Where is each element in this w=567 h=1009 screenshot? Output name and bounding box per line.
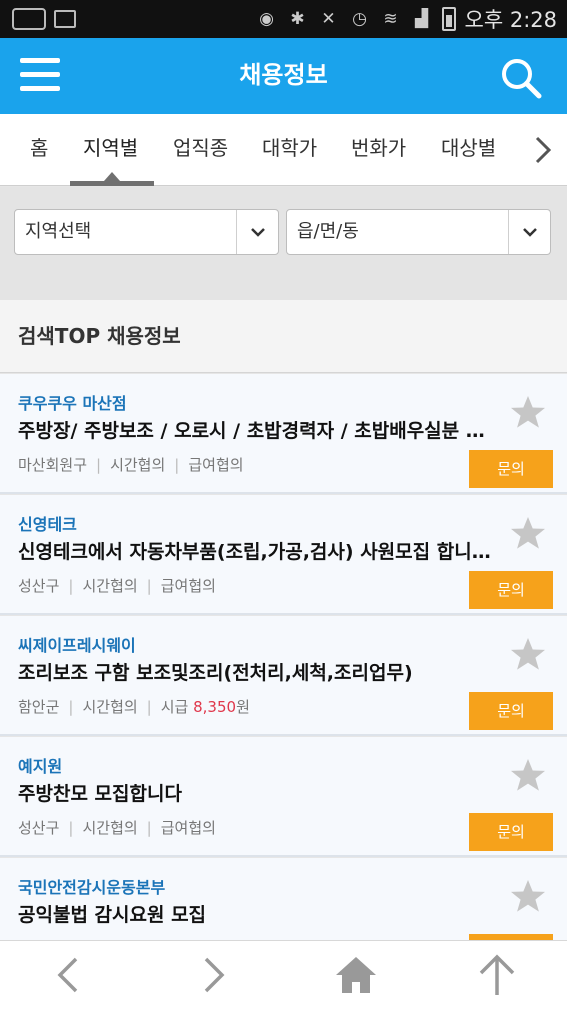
favorite-star-icon[interactable] <box>510 636 546 672</box>
job-title[interactable]: 조리보조 구함 보조및조리(전처리,세척,조리업무) <box>18 658 503 685</box>
tab-downtown[interactable]: 번화가 <box>351 114 406 186</box>
tab-target[interactable]: 대상별 <box>441 114 496 186</box>
inquiry-button[interactable]: 문의 <box>469 692 553 730</box>
favorite-star-icon[interactable] <box>510 394 546 430</box>
image-icon <box>54 10 76 28</box>
forward-arrow-icon[interactable] <box>190 953 234 997</box>
job-title[interactable]: 주방찬모 모집합니다 <box>18 779 503 806</box>
chevron-down-icon <box>508 210 550 254</box>
section-title: 검색TOP 채용정보 <box>18 324 181 348</box>
district-select-value: 읍/면/동 <box>297 221 359 242</box>
chevron-down-icon <box>236 210 278 254</box>
job-company: 예지원 <box>18 757 63 776</box>
favorite-star-icon[interactable] <box>510 515 546 551</box>
inquiry-button[interactable]: 문의 <box>469 813 553 851</box>
mute-icon: ✕ <box>321 9 336 29</box>
tab-industry[interactable]: 업직종 <box>173 114 228 186</box>
battery-icon <box>441 7 456 31</box>
app-screen: ◉ ✱ ✕ ◷ ≋ ▟ 오후 2:28 채용정보 홈 지역별 업직종 대학가 번… <box>0 0 567 1009</box>
region-select-value: 지역선택 <box>25 221 92 242</box>
inquiry-button[interactable]: 문의 <box>469 571 553 609</box>
filter-area: 지역선택 읍/면/동 <box>0 187 567 300</box>
job-hours: 시간협의 <box>82 819 138 837</box>
status-bar: ◉ ✱ ✕ ◷ ≋ ▟ 오후 2:28 <box>0 0 567 38</box>
alarm-icon: ◷ <box>352 9 367 29</box>
tab-campus[interactable]: 대학가 <box>262 114 317 186</box>
job-location: 성산구 <box>18 577 60 595</box>
job-list-item[interactable]: 쿠우쿠우 마산점 주방장/ 주방보조 / 오로시 / 초밥경력자 / 초밥배우실… <box>0 374 567 494</box>
job-wage-unit: 원 <box>236 698 250 716</box>
chevron-right-icon[interactable] <box>527 133 557 167</box>
job-location: 마산회원구 <box>18 456 88 474</box>
favorite-star-icon[interactable] <box>510 757 546 793</box>
job-meta: 성산구 | 시간협의 | 급여협의 <box>18 819 216 837</box>
job-company: 씨제이프레시웨이 <box>18 636 136 655</box>
home-icon[interactable] <box>334 953 378 997</box>
job-meta: 성산구 | 시간협의 | 급여협의 <box>18 577 216 595</box>
job-list-item[interactable]: 신영테크 신영테크에서 자동차부품(조립,가공,검사) 사원모집 합니… 성산구… <box>0 495 567 615</box>
active-tab-indicator-caret <box>104 172 120 181</box>
bluetooth-icon: ✱ <box>290 9 305 29</box>
job-list-item[interactable]: 예지원 주방찬모 모집합니다 성산구 | 시간협의 | 급여협의 문의 <box>0 737 567 857</box>
job-hours: 시간협의 <box>110 456 166 474</box>
job-title[interactable]: 주방장/ 주방보조 / 오로시 / 초밥경력자 / 초밥배우실분 … <box>18 416 503 443</box>
job-meta: 마산회원구 | 시간협의 | 급여협의 <box>18 456 244 474</box>
wifi-icon: ≋ <box>383 9 398 29</box>
region-select[interactable]: 지역선택 <box>14 209 279 255</box>
job-pay: 급여협의 <box>160 577 216 595</box>
tab-home[interactable]: 홈 <box>30 114 48 186</box>
job-location: 성산구 <box>18 819 60 837</box>
page-title: 채용정보 <box>239 62 328 89</box>
district-select[interactable]: 읍/면/동 <box>286 209 551 255</box>
job-title[interactable]: 공익불법 감시요원 모집 <box>18 900 503 927</box>
inquiry-button[interactable]: 문의 <box>469 450 553 488</box>
job-title[interactable]: 신영테크에서 자동차부품(조립,가공,검사) 사원모집 합니… <box>18 537 503 564</box>
job-company: 국민안전감시운동본부 <box>18 878 166 897</box>
app-header: 채용정보 <box>0 38 567 114</box>
favorite-star-icon[interactable] <box>510 878 546 914</box>
job-location: 함안군 <box>18 698 60 716</box>
job-pay: 급여협의 <box>160 819 216 837</box>
u-plus-icon <box>12 8 46 30</box>
back-arrow-icon[interactable] <box>48 953 92 997</box>
signal-icon: ▟ <box>414 9 429 29</box>
job-company: 쿠우쿠우 마산점 <box>18 394 127 413</box>
job-meta: 함안군 | 시간협의 | 시급 8,350원 <box>18 698 250 716</box>
job-pay: 시급 <box>160 698 189 716</box>
search-icon[interactable] <box>499 56 543 100</box>
status-time: 오후 2:28 <box>464 8 557 32</box>
section-heading: 검색TOP 채용정보 <box>0 300 567 373</box>
job-pay: 급여협의 <box>188 456 244 474</box>
job-list-item[interactable]: 씨제이프레시웨이 조리보조 구함 보조및조리(전처리,세척,조리업무) 함안군 |… <box>0 616 567 736</box>
job-company: 신영테크 <box>18 515 77 534</box>
job-hours: 시간협의 <box>82 577 138 595</box>
scroll-top-icon[interactable] <box>475 953 519 997</box>
job-hours: 시간협의 <box>82 698 138 716</box>
active-tab-indicator <box>70 181 154 186</box>
job-wage-amount: 8,350 <box>193 698 237 716</box>
bottom-navigation <box>0 940 567 1009</box>
category-tabs: 홈 지역별 업직종 대학가 번화가 대상별 <box>0 114 567 186</box>
eye-icon: ◉ <box>259 9 274 29</box>
